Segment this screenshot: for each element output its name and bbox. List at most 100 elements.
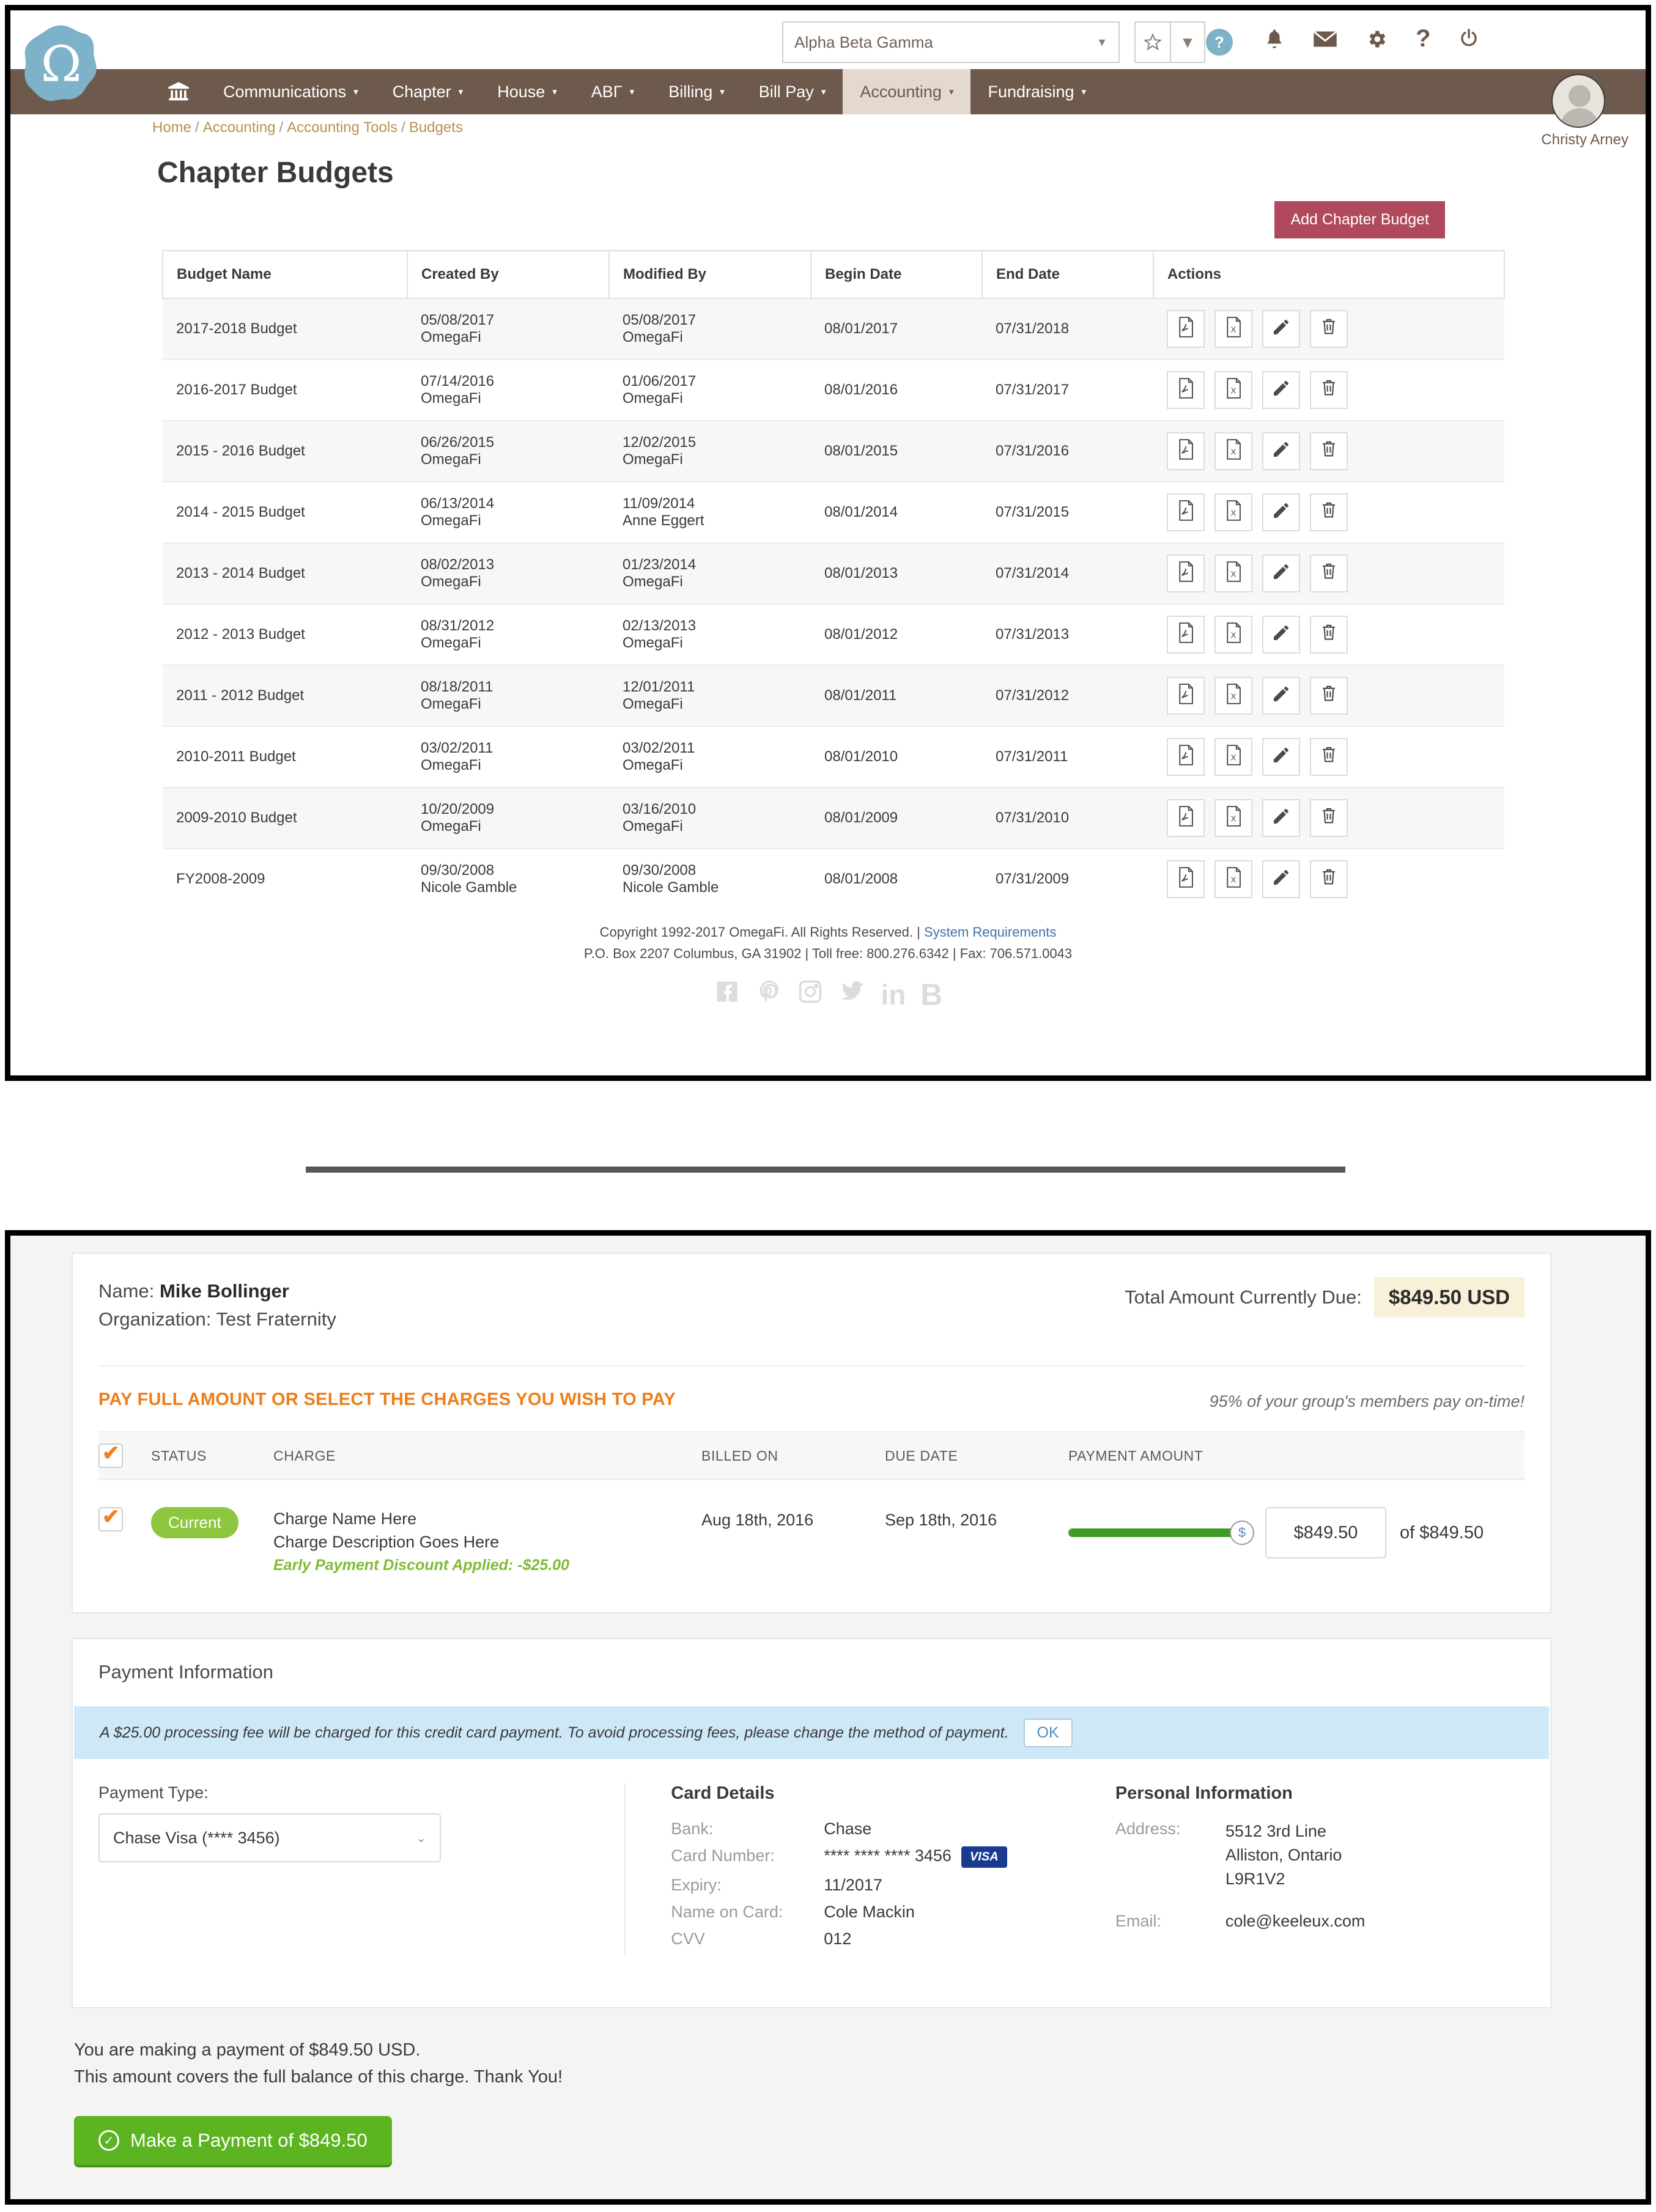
instagram-icon[interactable] bbox=[797, 978, 824, 1011]
trash-icon-button[interactable] bbox=[1310, 677, 1348, 715]
avatar[interactable] bbox=[1551, 74, 1605, 128]
omega-brand-logo[interactable]: Ω bbox=[21, 24, 101, 103]
favorites-dropdown-caret[interactable]: ▼ bbox=[1170, 23, 1204, 62]
banner-ok-button[interactable]: OK bbox=[1023, 1718, 1073, 1747]
excel-icon-button[interactable]: X bbox=[1214, 432, 1252, 470]
pdf-icon-button[interactable] bbox=[1167, 555, 1205, 592]
nav-item-billing[interactable]: Billing ▾ bbox=[651, 69, 742, 114]
col-header-created-by[interactable]: Created By bbox=[407, 250, 610, 299]
modified-date: 11/09/2014 bbox=[623, 495, 695, 512]
value: Cole Mackin bbox=[824, 1903, 915, 1921]
bank-home-icon[interactable] bbox=[151, 69, 206, 114]
help-badge-icon[interactable]: ? bbox=[1206, 29, 1233, 56]
footer-copyright-line: Copyright 1992-2017 OmegaFi. All Rights … bbox=[10, 921, 1646, 943]
nav-item-house[interactable]: House ▾ bbox=[480, 69, 574, 114]
excel-icon-button[interactable]: X bbox=[1214, 371, 1252, 409]
breadcrumb-accounting-tools[interactable]: Accounting Tools bbox=[287, 119, 397, 136]
pdf-icon-button[interactable] bbox=[1167, 860, 1205, 898]
pdf-icon-button[interactable] bbox=[1167, 616, 1205, 654]
pdf-icon-button[interactable] bbox=[1167, 371, 1205, 409]
nav-item-bill-pay[interactable]: Bill Pay ▾ bbox=[742, 69, 843, 114]
question-icon[interactable]: ? bbox=[1416, 25, 1430, 53]
trash-icon-button[interactable] bbox=[1310, 371, 1348, 409]
nav-item-communications[interactable]: Communications ▾ bbox=[206, 69, 375, 114]
chevron-down-icon: ⌄ bbox=[416, 1831, 426, 1845]
excel-icon-button[interactable]: X bbox=[1214, 677, 1252, 715]
modified-date: 12/02/2015 bbox=[623, 434, 697, 451]
pdf-icon-button[interactable] bbox=[1167, 677, 1205, 715]
power-icon[interactable] bbox=[1458, 28, 1479, 50]
excel-icon-button[interactable]: X bbox=[1214, 493, 1252, 531]
pencil-icon-button[interactable] bbox=[1262, 493, 1300, 531]
trash-icon-button[interactable] bbox=[1310, 555, 1348, 592]
breadcrumb-home[interactable]: Home bbox=[152, 119, 191, 136]
pdf-icon-button[interactable] bbox=[1167, 310, 1205, 348]
nav-item-accounting[interactable]: Accounting ▾ bbox=[843, 69, 971, 114]
table-row: 2010-2011 Budget 03/02/2011 OmegaFi 03/02/2… bbox=[163, 726, 1504, 787]
pdf-icon-button[interactable] bbox=[1167, 493, 1205, 531]
pencil-icon bbox=[1271, 623, 1291, 647]
excel-icon-button[interactable]: X bbox=[1214, 860, 1252, 898]
select-all-checkbox[interactable] bbox=[98, 1441, 123, 1468]
excel-icon-button[interactable]: X bbox=[1214, 555, 1252, 592]
payment-amount-input[interactable]: $849.50 bbox=[1265, 1507, 1386, 1558]
pencil-icon-button[interactable] bbox=[1262, 432, 1300, 470]
payment-amount-slider[interactable]: $ bbox=[1068, 1521, 1254, 1545]
nav-item-chapter[interactable]: Chapter ▾ bbox=[375, 69, 481, 114]
trash-icon-button[interactable] bbox=[1310, 738, 1348, 776]
excel-icon-button[interactable]: X bbox=[1214, 799, 1252, 837]
make-payment-button[interactable]: ✓ Make a Payment of $849.50 bbox=[74, 2116, 392, 2165]
trash-icon-button[interactable] bbox=[1310, 799, 1348, 837]
trash-icon-button[interactable] bbox=[1310, 432, 1348, 470]
col-header-begin-date[interactable]: Begin Date bbox=[810, 250, 983, 299]
pdf-icon bbox=[1177, 377, 1195, 403]
row-actions: X bbox=[1167, 677, 1491, 715]
budgets-table-header: Budget Name Created By Modified By Begin… bbox=[162, 250, 1505, 299]
cell-begin-date: 08/01/2017 bbox=[811, 298, 982, 359]
trash-icon-button[interactable] bbox=[1310, 310, 1348, 348]
envelope-icon[interactable] bbox=[1313, 30, 1337, 48]
trash-icon-button[interactable] bbox=[1310, 616, 1348, 654]
pinterest-icon[interactable] bbox=[755, 978, 782, 1011]
pencil-icon-button[interactable] bbox=[1262, 555, 1300, 592]
trash-icon-button[interactable] bbox=[1310, 860, 1348, 898]
excel-icon-button[interactable]: X bbox=[1214, 310, 1252, 348]
col-header-end-date[interactable]: End Date bbox=[981, 250, 1154, 299]
pencil-icon-button[interactable] bbox=[1262, 371, 1300, 409]
pdf-icon-button[interactable] bbox=[1167, 738, 1205, 776]
facebook-icon[interactable] bbox=[714, 978, 741, 1011]
gear-icon[interactable] bbox=[1366, 28, 1388, 50]
trash-icon-button[interactable] bbox=[1310, 493, 1348, 531]
system-requirements-link[interactable]: System Requirements bbox=[924, 924, 1056, 940]
charge-checkbox[interactable] bbox=[98, 1505, 123, 1532]
pencil-icon-button[interactable] bbox=[1262, 616, 1300, 654]
nav-item-abg[interactable]: ΑΒΓ ▾ bbox=[574, 69, 651, 114]
star-icon[interactable] bbox=[1136, 23, 1170, 62]
nav-item-fundraising[interactable]: Fundraising ▾ bbox=[970, 69, 1103, 114]
pdf-icon-button[interactable] bbox=[1167, 432, 1205, 470]
payment-type-select[interactable]: Chase Visa (**** 3456) ⌄ bbox=[98, 1813, 441, 1862]
modified-by: OmegaFi bbox=[623, 573, 683, 590]
cell-budget-name: 2016-2017 Budget bbox=[163, 359, 407, 421]
col-header-budget-name[interactable]: Budget Name bbox=[162, 250, 408, 299]
linkedin-icon[interactable]: in bbox=[881, 981, 906, 1009]
slider-knob[interactable]: $ bbox=[1230, 1521, 1254, 1545]
excel-icon-button[interactable]: X bbox=[1214, 616, 1252, 654]
breadcrumb-accounting[interactable]: Accounting bbox=[203, 119, 276, 136]
add-chapter-budget-button[interactable]: Add Chapter Budget bbox=[1274, 201, 1445, 238]
utility-icons: ? bbox=[1264, 25, 1479, 53]
bell-icon[interactable] bbox=[1264, 28, 1285, 51]
col-header-modified-by[interactable]: Modified By bbox=[608, 250, 811, 299]
organization-select[interactable]: Alpha Beta Gamma ▼ bbox=[782, 21, 1120, 63]
twitter-icon[interactable] bbox=[838, 978, 867, 1012]
pencil-icon-button[interactable] bbox=[1262, 738, 1300, 776]
pencil-icon-button[interactable] bbox=[1262, 310, 1300, 348]
breadcrumb-budgets[interactable]: Budgets bbox=[409, 119, 463, 136]
excel-icon-button[interactable]: X bbox=[1214, 738, 1252, 776]
blogger-icon[interactable]: B bbox=[920, 979, 942, 1010]
pencil-icon-button[interactable] bbox=[1262, 799, 1300, 837]
pdf-icon-button[interactable] bbox=[1167, 799, 1205, 837]
value: Chase bbox=[824, 1819, 872, 1838]
pencil-icon-button[interactable] bbox=[1262, 677, 1300, 715]
pencil-icon-button[interactable] bbox=[1262, 860, 1300, 898]
